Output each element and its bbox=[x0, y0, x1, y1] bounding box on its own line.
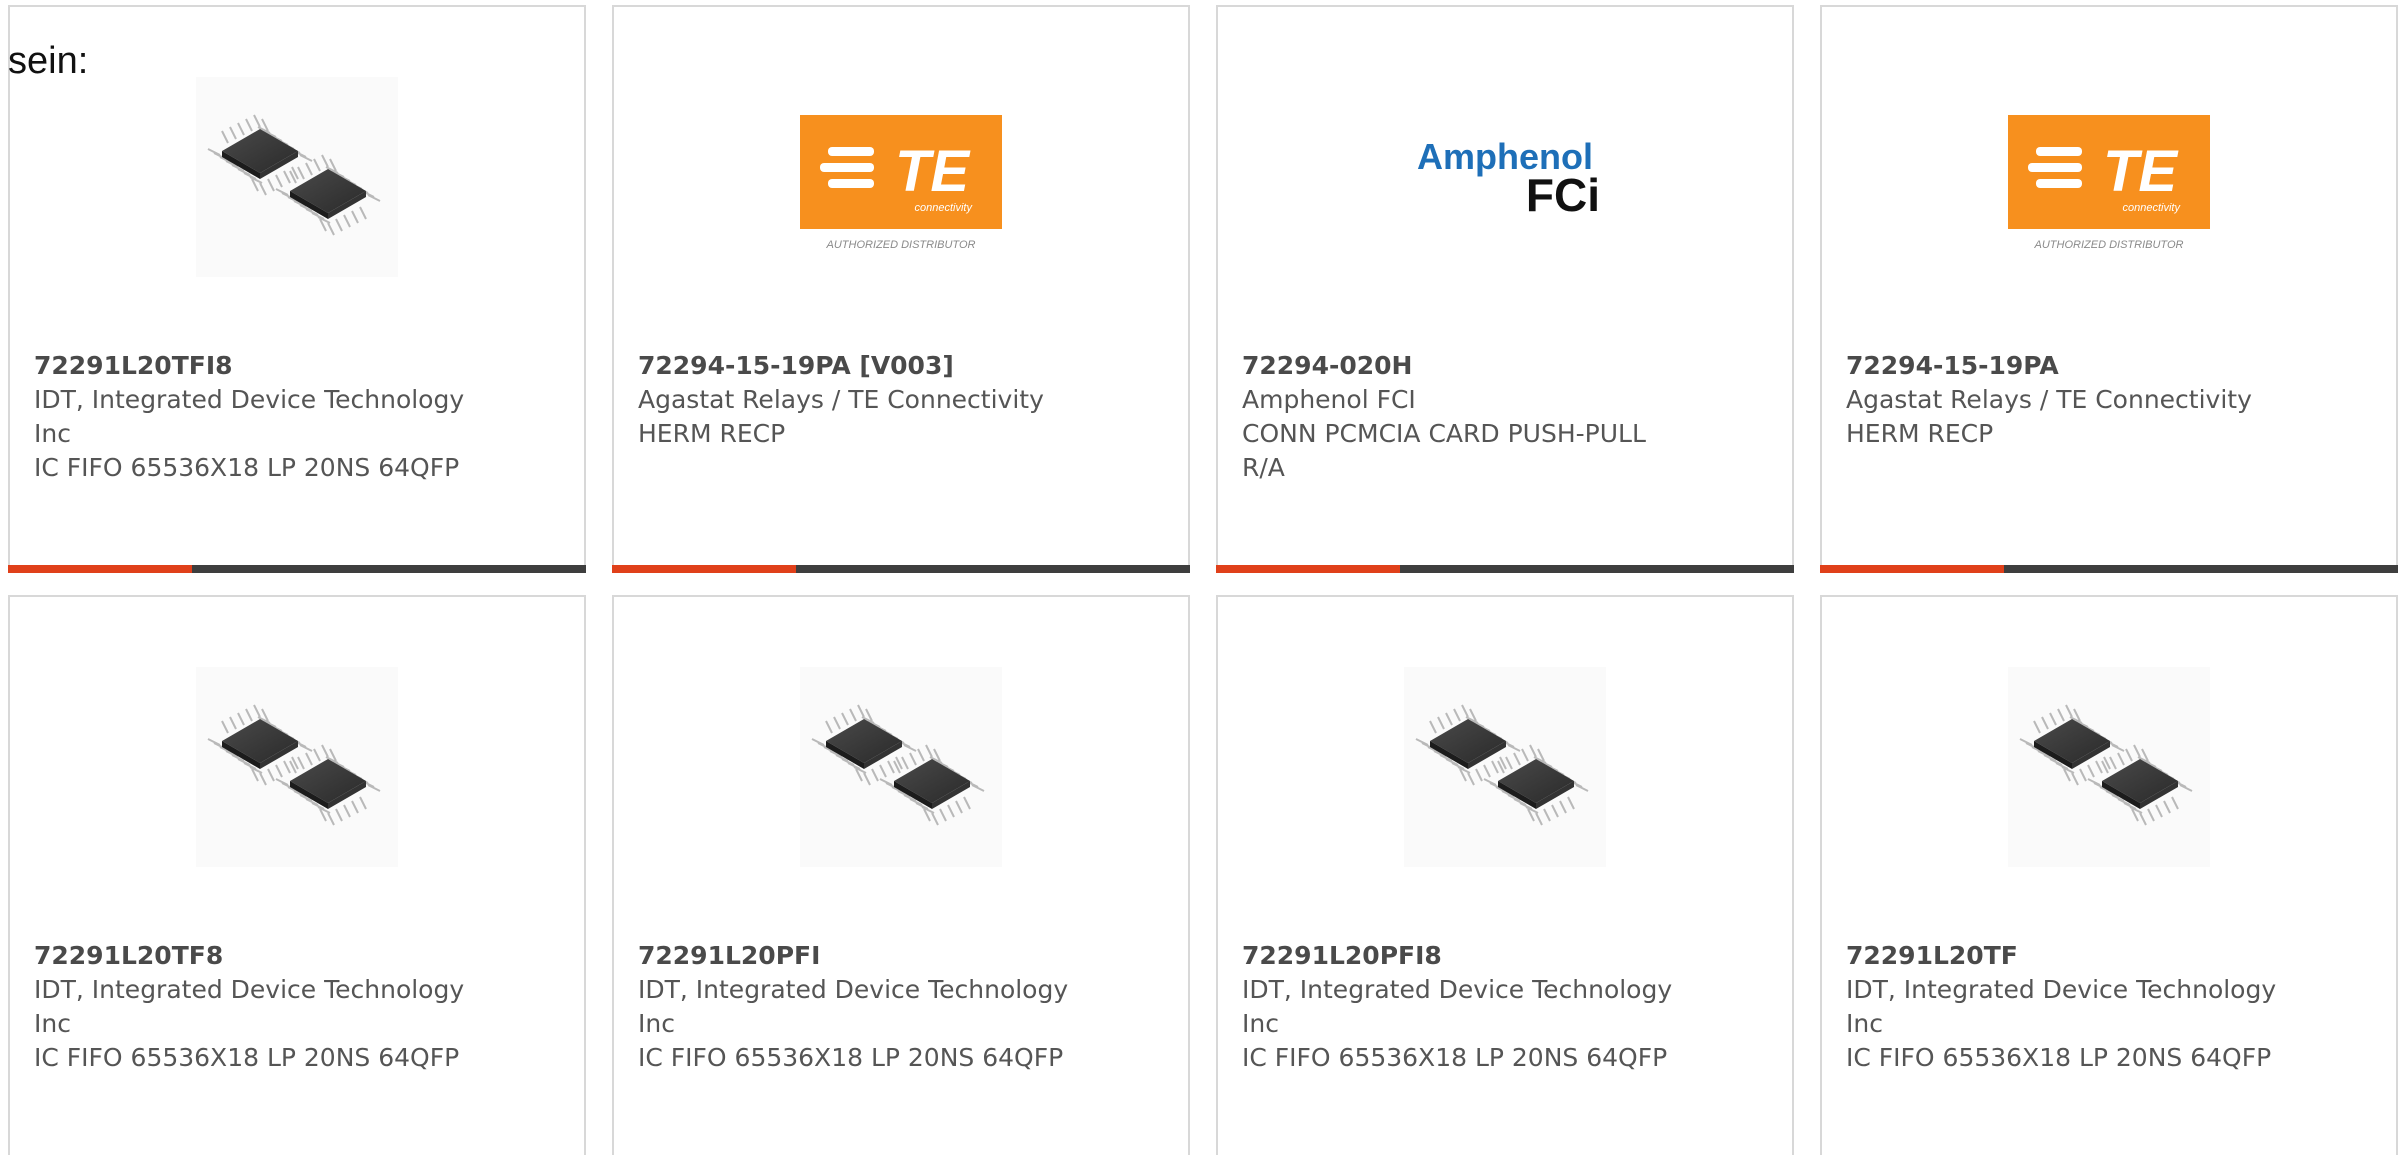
manufacturer: Agastat Relays / TE Connectivity bbox=[1846, 385, 2252, 414]
product-card[interactable]: Amphenol FCi 72294-020H Amphenol FCI CON… bbox=[1216, 5, 1794, 573]
product-info: 72294-15-19PA Agastat Relays / TE Connec… bbox=[1846, 349, 2286, 451]
product-info: 72291L20PFI8 IDT, Integrated Device Tech… bbox=[1242, 939, 1682, 1075]
product-description: IC FIFO 65536X18 LP 20NS 64QFP bbox=[1846, 1043, 2272, 1072]
ic-chip-image bbox=[2008, 667, 2210, 867]
manufacturer: IDT, Integrated Device Technology Inc bbox=[1242, 975, 1673, 1038]
card-bottom-bar bbox=[1820, 565, 2398, 573]
product-info: 72291L20PFI IDT, Integrated Device Techn… bbox=[638, 939, 1078, 1075]
amphenol-fci-logo: Amphenol FCi bbox=[1417, 136, 1600, 221]
card-accent-bar bbox=[612, 565, 796, 573]
card-bottom-bar bbox=[1216, 565, 1794, 573]
ic-chip-image bbox=[800, 667, 1002, 867]
product-card[interactable]: TE connectivity AUTHORIZED DISTRIBUTOR 7… bbox=[1820, 5, 2398, 573]
product-description: HERM RECP bbox=[1846, 419, 1994, 448]
part-number-link[interactable]: 72294-020H bbox=[1242, 349, 1682, 383]
te-logo-text: TE bbox=[2103, 139, 2179, 204]
part-number-link[interactable]: 72291L20TF bbox=[1846, 939, 2286, 973]
te-logo-caption: AUTHORIZED DISTRIBUTOR bbox=[826, 239, 976, 251]
ic-chip-image bbox=[1404, 667, 1606, 867]
card-bottom-bar bbox=[612, 565, 1190, 573]
product-card[interactable]: TE connectivity AUTHORIZED DISTRIBUTOR 7… bbox=[612, 5, 1190, 573]
card-bottom-bar bbox=[8, 565, 586, 573]
product-card[interactable]: 72291L20PFI IDT, Integrated Device Techn… bbox=[612, 595, 1190, 1155]
fci-logo-text: FCi bbox=[1526, 169, 1600, 221]
part-number-link[interactable]: 72291L20TFI8 bbox=[34, 349, 474, 383]
card-accent-bar bbox=[8, 565, 192, 573]
part-number-link[interactable]: 72294-15-19PA bbox=[1846, 349, 2286, 383]
product-description: IC FIFO 65536X18 LP 20NS 64QFP bbox=[638, 1043, 1064, 1072]
manufacturer: IDT, Integrated Device Technology Inc bbox=[34, 975, 465, 1038]
product-info: 72291L20TF IDT, Integrated Device Techno… bbox=[1846, 939, 2286, 1075]
product-card[interactable]: 72291L20PFI8 IDT, Integrated Device Tech… bbox=[1216, 595, 1794, 1155]
part-number-link[interactable]: 72291L20TF8 bbox=[34, 939, 474, 973]
manufacturer: IDT, Integrated Device Technology Inc bbox=[1846, 975, 2277, 1038]
product-info: 72291L20TFI8 IDT, Integrated Device Tech… bbox=[34, 349, 474, 485]
card-accent-bar bbox=[1820, 565, 2004, 573]
product-info: 72291L20TF8 IDT, Integrated Device Techn… bbox=[34, 939, 474, 1075]
card-accent-bar bbox=[1216, 565, 1400, 573]
part-number-link[interactable]: 72291L20PFI8 bbox=[1242, 939, 1682, 973]
product-card[interactable]: 72291L20TF IDT, Integrated Device Techno… bbox=[1820, 595, 2398, 1155]
te-logo-subtext: connectivity bbox=[915, 202, 974, 214]
manufacturer: Amphenol FCI bbox=[1242, 385, 1416, 414]
product-description: HERM RECP bbox=[638, 419, 786, 448]
ic-chip-image bbox=[196, 667, 398, 867]
te-connectivity-logo: TE connectivity AUTHORIZED DISTRIBUTOR bbox=[800, 115, 1002, 251]
manufacturer: IDT, Integrated Device Technology Inc bbox=[34, 385, 465, 448]
te-logo-text: TE bbox=[895, 139, 971, 204]
product-description: IC FIFO 65536X18 LP 20NS 64QFP bbox=[34, 1043, 460, 1072]
product-grid-page: sein: 72291L20TFI8 IDT, Integrated Devic… bbox=[0, 0, 2400, 1155]
product-card[interactable]: 72291L20TF8 IDT, Integrated Device Techn… bbox=[8, 595, 586, 1155]
product-info: 72294-020H Amphenol FCI CONN PCMCIA CARD… bbox=[1242, 349, 1682, 485]
part-number-link[interactable]: 72294-15-19PA [V003] bbox=[638, 349, 1078, 383]
product-description: IC FIFO 65536X18 LP 20NS 64QFP bbox=[34, 453, 460, 482]
ic-chip-image bbox=[196, 77, 398, 277]
te-logo-subtext: connectivity bbox=[2123, 202, 2182, 214]
te-connectivity-logo: TE connectivity AUTHORIZED DISTRIBUTOR bbox=[2008, 115, 2210, 251]
manufacturer: IDT, Integrated Device Technology Inc bbox=[638, 975, 1069, 1038]
product-card[interactable]: 72291L20TFI8 IDT, Integrated Device Tech… bbox=[8, 5, 586, 573]
product-description: CONN PCMCIA CARD PUSH-PULL R/A bbox=[1242, 419, 1646, 482]
intro-text: sein: bbox=[8, 40, 89, 82]
product-description: IC FIFO 65536X18 LP 20NS 64QFP bbox=[1242, 1043, 1668, 1072]
manufacturer: Agastat Relays / TE Connectivity bbox=[638, 385, 1044, 414]
part-number-link[interactable]: 72291L20PFI bbox=[638, 939, 1078, 973]
product-info: 72294-15-19PA [V003] Agastat Relays / TE… bbox=[638, 349, 1078, 451]
te-logo-caption: AUTHORIZED DISTRIBUTOR bbox=[2034, 239, 2184, 251]
